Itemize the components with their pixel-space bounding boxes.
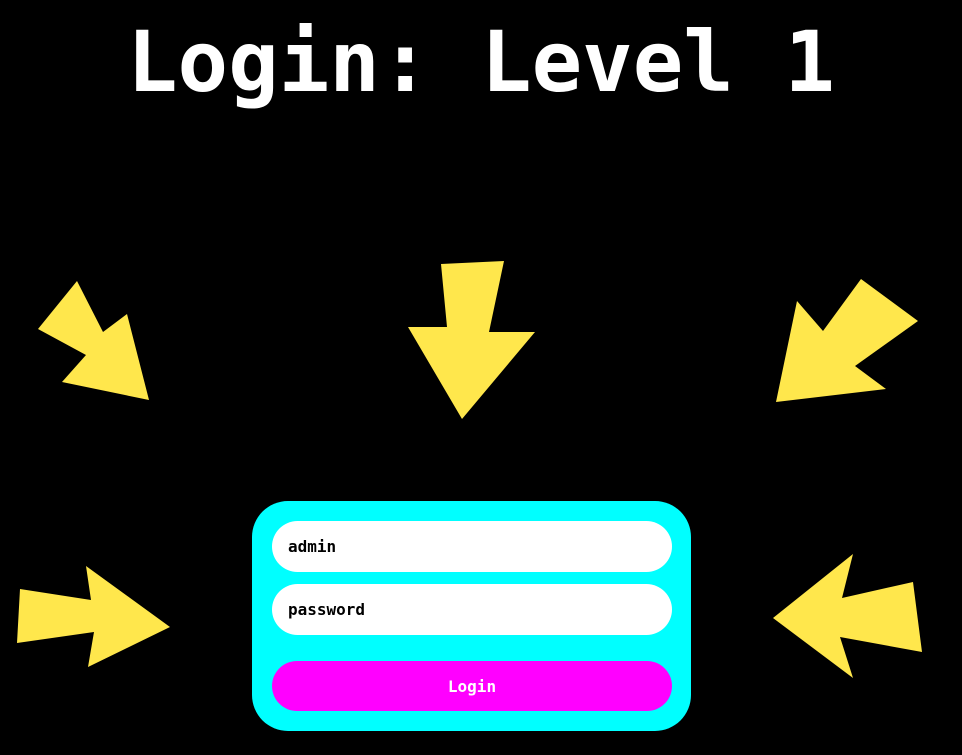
username-input[interactable] bbox=[272, 521, 672, 572]
login-panel: Login bbox=[252, 501, 691, 731]
arrow-icon bbox=[773, 554, 922, 678]
arrow-icon bbox=[17, 566, 170, 667]
login-button[interactable]: Login bbox=[272, 661, 672, 711]
arrow-icon bbox=[776, 279, 918, 402]
arrow-icon bbox=[408, 261, 535, 419]
password-input[interactable] bbox=[272, 584, 672, 635]
arrow-icon bbox=[38, 281, 149, 400]
game-screen: Login: Level 1 Login bbox=[0, 0, 962, 755]
